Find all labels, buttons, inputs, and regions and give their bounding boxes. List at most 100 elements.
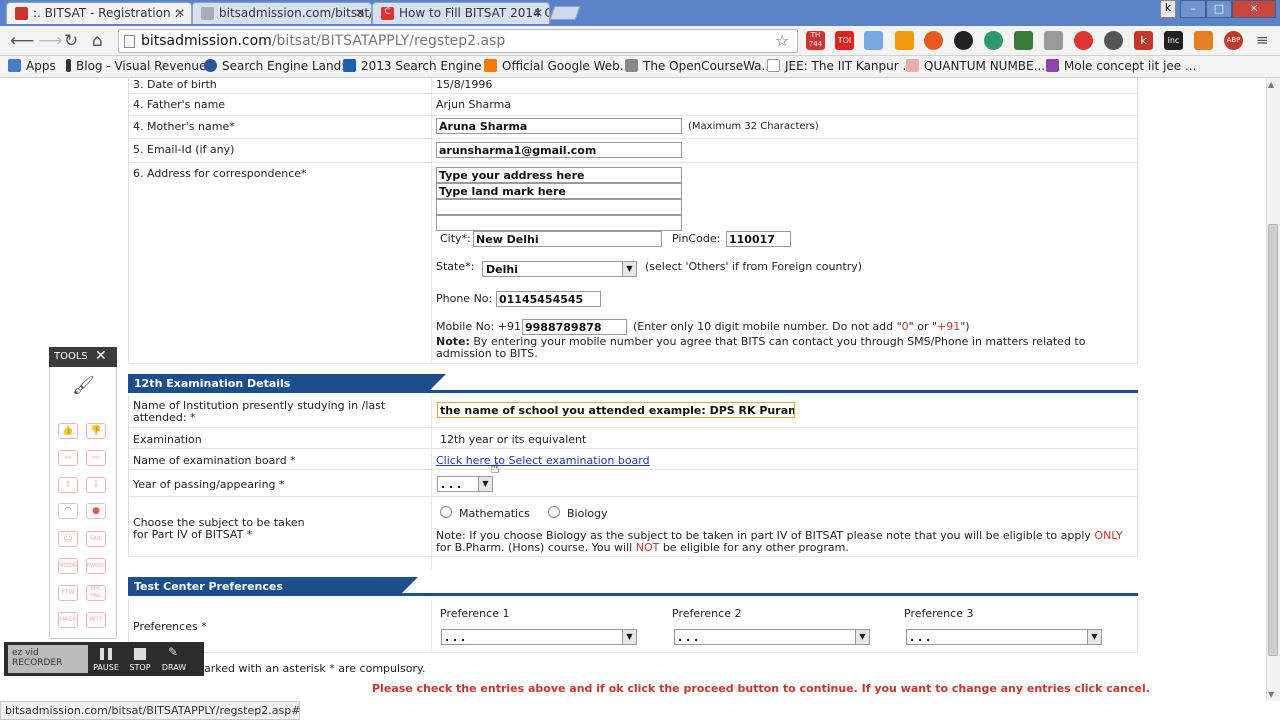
screen-extension-icon[interactable] <box>1014 31 1033 50</box>
bookmark-jee-iit-kanpur[interactable]: JEE: The IIT Kanpur ... <box>767 59 914 73</box>
thumbs-up-icon[interactable]: 👍 <box>58 423 78 439</box>
hack-stamp-icon[interactable]: HACK <box>58 612 78 628</box>
back-arrow-icon[interactable]: ⟵ <box>10 31 34 51</box>
bookmark-2013-search-engine[interactable]: 2013 Search Engine ... <box>343 59 497 73</box>
address-bar[interactable]: bitsadmission.com/bitsat/BITSATAPPLY/reg… <box>118 29 798 53</box>
speed-extension-icon[interactable] <box>954 31 973 50</box>
dob-value: 15/8/1996 <box>436 78 493 91</box>
lastpass-extension-icon[interactable] <box>1074 31 1093 50</box>
epic-fail-stamp-icon[interactable]: EPIC FAIL <box>86 585 106 601</box>
arrow-left-icon[interactable]: ⇦ <box>58 450 78 466</box>
apps-icon <box>8 59 21 72</box>
url-host: bitsadmission.com <box>141 33 272 49</box>
mathematics-radio[interactable] <box>440 506 452 518</box>
puzzle-extension-icon[interactable] <box>895 31 914 50</box>
reload-icon[interactable]: ↻ <box>64 31 78 51</box>
headshot-icon[interactable]: ● <box>86 503 106 519</box>
ftw-stamp-icon[interactable]: FTW <box>58 585 78 601</box>
arrow-right-icon[interactable]: ⇨ <box>86 450 106 466</box>
proceed-instruction: Please check the entries above and if ok… <box>372 682 1150 695</box>
minimize-button[interactable]: – <box>1180 0 1206 18</box>
year-label: Year of passing/appearing * <box>133 478 285 491</box>
arrow-up-icon[interactable]: ⇧ <box>58 477 78 493</box>
refresh-extension-icon[interactable] <box>984 31 1003 50</box>
section-tab-corner <box>428 374 446 392</box>
address-line4-input[interactable] <box>436 215 682 231</box>
biology-radio[interactable] <box>548 506 560 518</box>
search-extension-icon[interactable] <box>864 31 883 50</box>
close-tab-icon[interactable]: ✕ <box>175 6 185 20</box>
wtf-stamp-icon[interactable]: WTF <box>86 612 106 628</box>
close-window-button[interactable]: ✕ <box>1232 0 1276 18</box>
noob-stamp-icon[interactable]: NOOB <box>58 558 78 574</box>
tab-how-to-fill-bitsat[interactable]: C How to Fill BITSAT 2014 O ✕ <box>372 2 550 24</box>
address-line3-input[interactable] <box>436 199 682 215</box>
address-label: 6. Address for correspondence* <box>133 167 307 180</box>
scroll-down-icon[interactable]: ▼ <box>1268 690 1274 699</box>
email-input[interactable]: arunsharma1@gmail.com <box>436 142 682 158</box>
k-extension-icon[interactable]: k <box>1134 31 1153 50</box>
state-selected-value: Delhi <box>486 263 518 276</box>
scroll-up-icon[interactable]: ▲ <box>1268 80 1274 89</box>
preference2-select[interactable]: . . . ▼ <box>674 629 870 645</box>
year-select[interactable]: . . . ▼ <box>437 476 493 492</box>
smiley-icon[interactable]: ☺ <box>58 531 78 547</box>
preference1-select[interactable]: . . . ▼ <box>441 629 637 645</box>
thumbs-down-icon[interactable]: 👎 <box>86 423 106 439</box>
rainbow-icon[interactable]: ◠ <box>58 503 78 519</box>
bookmark-apps[interactable]: Apps <box>8 59 56 73</box>
chevron-down-icon: ▼ <box>622 262 636 276</box>
inc-extension-icon[interactable]: inc <box>1164 31 1183 50</box>
fail-stamp-icon[interactable]: FAIL <box>86 531 106 547</box>
close-tools-icon[interactable]: ✕ <box>95 348 107 364</box>
mobile-input[interactable]: 9988789878 <box>522 319 627 335</box>
bookmark-official-google[interactable]: Official Google Web... <box>484 59 631 73</box>
institution-label: Name of Institution presently studying i… <box>133 399 386 424</box>
preferences-label: Preferences * <box>133 620 207 633</box>
institution-input[interactable]: the name of school you attended example:… <box>437 402 795 418</box>
pwned-stamp-icon[interactable]: PWNED <box>86 558 106 574</box>
scrollbar-thumb[interactable] <box>1268 224 1278 656</box>
phone-input[interactable]: 01145454545 <box>496 291 601 307</box>
close-tab-icon[interactable]: ✕ <box>533 6 543 20</box>
menu-icon[interactable]: ≡ <box>1256 31 1269 49</box>
bookmark-quantum-numbers[interactable]: QUANTUM NUMBE... <box>906 59 1045 73</box>
fire-extension-icon[interactable] <box>924 31 943 50</box>
address-line2-input[interactable]: Type land mark here <box>436 183 682 199</box>
close-tab-icon[interactable]: ✕ <box>355 6 365 20</box>
chevron-down-icon: ▼ <box>1087 630 1101 644</box>
th-extension-icon[interactable]: TH 744 <box>806 31 825 50</box>
maximize-button[interactable]: □ <box>1206 0 1232 18</box>
forward-arrow-icon[interactable]: ⟶ <box>38 31 62 51</box>
page-favicon-icon: C <box>381 7 394 20</box>
profile-button[interactable]: k <box>1160 0 1176 18</box>
tab-bitsadmission[interactable]: bitsadmission.com/bitsat/ ✕ <box>192 2 372 24</box>
pincode-input[interactable]: 110017 <box>726 231 791 247</box>
toi-extension-icon[interactable]: TOI <box>835 31 854 50</box>
mother-name-input[interactable]: Aruna Sharma <box>436 118 682 134</box>
bookmark-opencourseware[interactable]: The OpenCourseWa... <box>625 59 773 73</box>
bookmark-star-icon[interactable]: ☆ <box>775 31 789 50</box>
preference3-select[interactable]: . . . ▼ <box>906 629 1102 645</box>
url-path: /bitsat/BITSATAPPLY/regstep2.asp <box>271 33 506 49</box>
chevron-down-icon: ▼ <box>478 477 492 491</box>
target-extension-icon[interactable] <box>1104 31 1123 50</box>
arrow-down-icon[interactable]: ⇩ <box>86 477 106 493</box>
brush-icon[interactable]: 🖌 <box>72 375 95 396</box>
bookmark-visual-revenue[interactable]: Blog - Visual Revenue <box>66 59 206 73</box>
biology-note: Note: If you choose Biology as the subje… <box>436 529 1123 554</box>
tab-bitsat-registration[interactable]: :. BITSAT - Registration :. ✕ <box>6 2 192 24</box>
grid-extension-icon[interactable] <box>1044 31 1063 50</box>
address-line1-input[interactable]: Type your address here <box>436 167 682 183</box>
select-board-link[interactable]: Click here to Select examination board <box>436 454 650 467</box>
new-tab-button[interactable] <box>549 6 581 20</box>
bookmark-mole-concept[interactable]: Mole concept iit jee ... <box>1046 59 1196 73</box>
brush-extension-icon[interactable] <box>1194 31 1213 50</box>
city-input[interactable]: New Delhi <box>473 231 662 247</box>
adblock-extension-icon[interactable]: ABP <box>1224 31 1243 50</box>
pencil-icon: ✎ <box>168 645 179 659</box>
state-select[interactable]: Delhi ▼ <box>482 261 637 277</box>
mobile-label: Mobile No: +91 <box>436 320 521 333</box>
home-icon[interactable]: ⌂ <box>92 31 103 51</box>
bookmark-search-engine-land[interactable]: Search Engine Land:... <box>204 59 357 73</box>
